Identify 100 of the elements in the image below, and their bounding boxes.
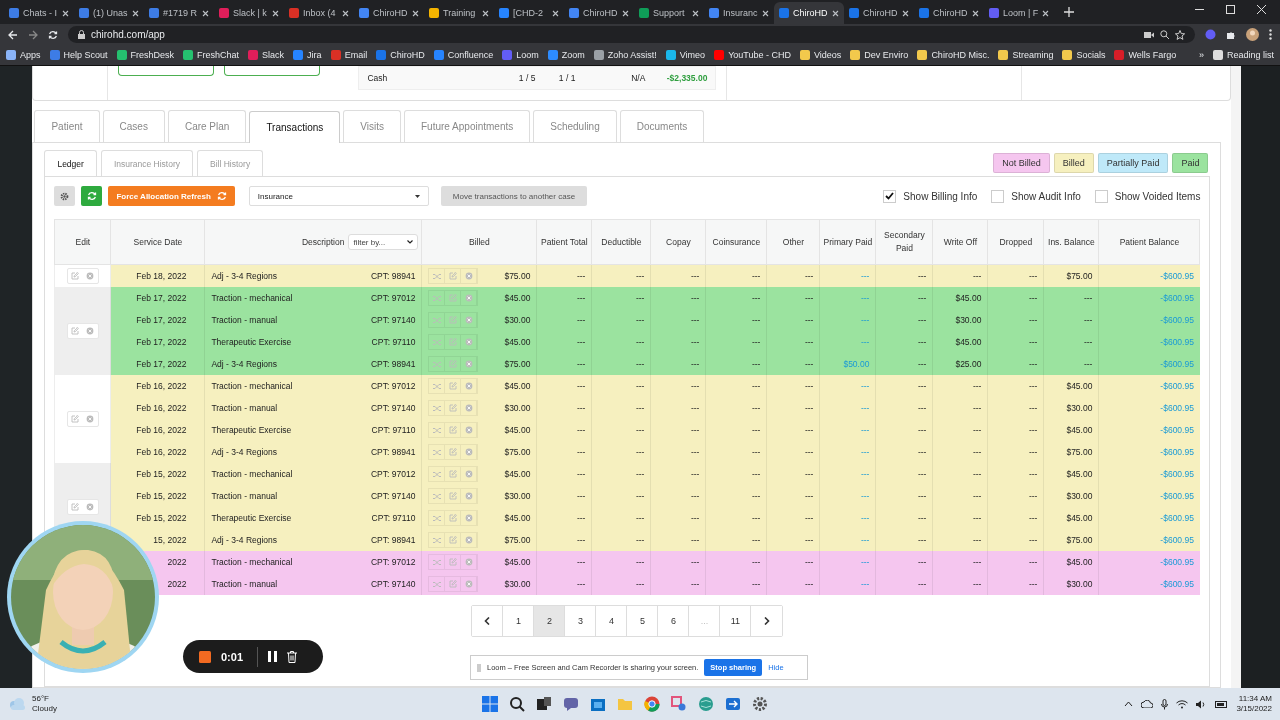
bookmark[interactable]: ChiroHD Misc. [917,50,990,60]
tab[interactable]: Future Appointments [403,110,531,142]
tab[interactable]: Patient [34,110,100,142]
amount-text: -$600.95 [1160,469,1194,479]
amount-text: --- [635,579,645,589]
amount-text: --- [690,271,700,281]
profile-avatar-icon[interactable] [1246,28,1259,41]
browser-tab[interactable]: Inbox (4 [284,2,354,24]
browser-tab[interactable]: ChiroHD [564,2,634,24]
amount-text: --- [690,579,700,589]
bookmark[interactable]: Zoom [547,50,585,60]
browser-tab[interactable]: ChiroHD [354,2,424,24]
remote-desktop-icon[interactable] [725,696,741,712]
browser-tab[interactable]: Training [424,2,494,24]
browser-icon[interactable] [644,696,660,712]
maximize-icon[interactable] [1226,4,1235,14]
browser-tab[interactable]: Chats - I [4,2,74,24]
chevron-left-icon [484,617,491,625]
checkbox[interactable] [883,189,897,203]
globe-icon[interactable] [698,696,714,712]
snipping-tool-icon[interactable] [671,696,687,712]
folder-icon[interactable] [617,696,633,712]
bookmark[interactable]: Apps [6,50,41,60]
shuffle-icon [432,404,441,412]
chat-icon[interactable] [563,696,579,712]
tab[interactable]: Cases [102,110,165,142]
bookmark[interactable]: Wells Fargo [1114,50,1177,60]
new-tab-icon[interactable] [1064,7,1074,17]
browser-tab[interactable]: ChiroHD [914,2,984,24]
task-view-icon[interactable] [536,696,552,712]
browser-tab[interactable]: ChiroHD [774,2,844,24]
gear-icon[interactable] [752,696,768,712]
description-filter-select[interactable]: filter by... [348,234,419,250]
bookmark[interactable]: Socials [1062,50,1106,60]
bookmark[interactable]: YouTube - CHD [714,50,791,60]
browser-tab[interactable]: [CHD-2 [494,2,564,24]
tab[interactable]: Care Plan [167,110,247,142]
bookmark[interactable]: FreshChat [183,50,240,60]
billed-amount: $30.00 [504,579,531,589]
drag-handle-icon[interactable] [477,663,481,672]
bookmark[interactable]: Email [330,50,368,60]
browser-tab[interactable]: Loom | F [984,2,1054,24]
checkbox[interactable] [991,189,1005,203]
checkbox-option[interactable]: Show Audit Info [991,189,1081,203]
more-bookmarks-button[interactable]: » [1198,50,1204,60]
amount-text: --- [917,557,927,567]
bookmark[interactable]: Loom [502,50,539,60]
forward-arrow-icon[interactable] [28,29,38,40]
battery-icon[interactable] [1215,700,1229,708]
status-legend-chip: Billed [1053,153,1094,173]
star-icon[interactable] [1175,29,1185,40]
sub-tab[interactable]: Ledger [44,150,97,176]
close-icon[interactable] [1257,4,1266,14]
checkbox-option[interactable]: Show Voided Items [1094,189,1201,203]
extension-icon[interactable] [1205,29,1216,40]
address-bar[interactable]: chirohd.com/app [68,26,1195,43]
bookmark[interactable]: Jira [293,50,322,60]
bookmark[interactable]: Dev Enviro [850,50,909,60]
bookmark[interactable]: Confluence [433,50,494,60]
case-select[interactable]: Insurance [248,186,429,206]
bookmark[interactable]: Zoho Assist! [593,50,657,60]
menu-icon[interactable] [1269,29,1272,40]
browser-tab[interactable]: #1719 R [144,2,214,24]
reading-list-button[interactable]: Reading list [1212,50,1274,60]
cloud-icon[interactable] [1141,700,1154,708]
checkbox[interactable] [1094,189,1108,203]
previous-page-button[interactable] [472,606,504,636]
microphone-icon[interactable] [1161,698,1169,710]
chevron-up-icon[interactable] [1124,701,1134,707]
bookmark[interactable]: Help Scout [49,50,108,60]
move-transactions-button[interactable]: Move transactions to another case [440,186,588,206]
bookmark[interactable]: ChiroHD [376,50,425,60]
refresh-button[interactable] [81,186,103,206]
start-button[interactable] [482,696,498,712]
cut-off-button[interactable] [118,66,215,76]
browser-tab[interactable]: ChiroHD [844,2,914,24]
stop-recording-button[interactable] [199,650,211,663]
bookmark[interactable]: Vimeo [665,50,706,60]
cut-off-button[interactable] [224,66,321,76]
bookmark[interactable]: Videos [800,50,842,60]
tab[interactable]: Transactions [249,111,341,143]
store-icon[interactable] [590,696,606,712]
browser-tab[interactable]: (1) Unas [74,2,144,24]
tab[interactable]: Documents [619,110,705,142]
checkbox-option[interactable]: Show Billing Info [883,189,978,203]
search-icon[interactable] [509,696,525,712]
pause-button[interactable] [268,651,278,662]
browser-tab[interactable]: Slack | k [214,2,284,24]
back-arrow-icon[interactable] [8,29,18,40]
wifi-icon[interactable] [1176,699,1189,709]
bookmark[interactable]: Slack [248,50,285,60]
bookmark[interactable]: Streaming [998,50,1054,60]
browser-tab[interactable]: Insuranc [704,2,774,24]
page-button[interactable]: 2 [534,606,566,636]
browser-tab[interactable]: Support [634,2,704,24]
bookmark[interactable]: FreshDesk [116,50,175,60]
settings-button[interactable] [54,186,76,206]
tab[interactable]: Scheduling [533,110,617,142]
tab[interactable]: Visits [343,110,401,142]
puzzle-icon[interactable] [1226,29,1236,40]
